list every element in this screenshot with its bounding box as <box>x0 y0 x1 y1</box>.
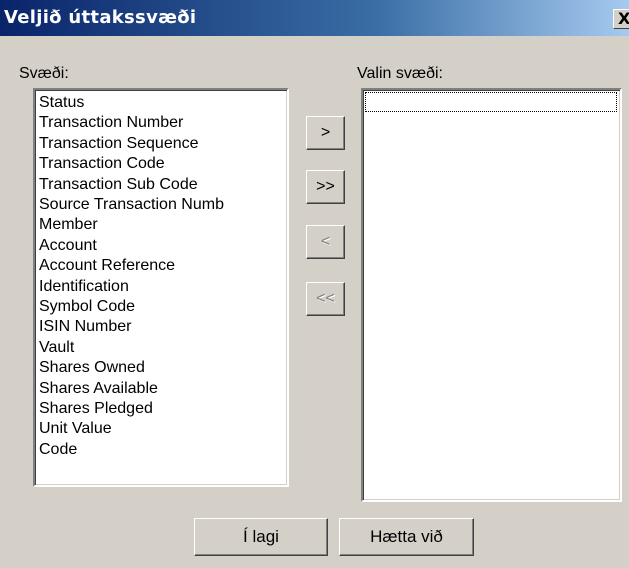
remove-one-button[interactable]: < <box>306 225 345 259</box>
list-item[interactable]: ISIN Number <box>39 317 131 337</box>
list-item[interactable]: Shares Available <box>39 379 158 399</box>
list-item[interactable]: Shares Pledged <box>39 399 153 419</box>
list-item[interactable]: Account <box>39 236 97 256</box>
list-item[interactable]: Unit Value <box>39 419 112 439</box>
available-fields-list[interactable]: Status Transaction Number Transaction Sequ… <box>33 88 289 487</box>
list-item[interactable]: Transaction Number <box>39 113 183 133</box>
list-item[interactable]: Transaction Code <box>39 154 165 174</box>
close-button[interactable]: X <box>613 9 629 29</box>
window-title: Veljið úttakssvæði <box>4 7 197 28</box>
list-item[interactable]: Member <box>39 215 98 235</box>
remove-all-button[interactable]: << <box>306 282 345 316</box>
list-item[interactable]: Symbol Code <box>39 297 135 317</box>
close-icon: X <box>618 9 629 28</box>
list-item[interactable]: Account Reference <box>39 256 175 276</box>
selected-fields-list[interactable] <box>361 88 622 502</box>
title-bar: Veljið úttakssvæði X <box>0 0 629 36</box>
list-item[interactable]: Vault <box>39 338 74 358</box>
list-item[interactable]: Source Transaction Numb <box>39 195 224 215</box>
add-one-button[interactable]: > <box>306 116 345 150</box>
focus-rectangle <box>365 92 617 112</box>
ok-button[interactable]: Í lagi <box>194 518 328 556</box>
selected-fields-label: Valin svæði: <box>357 65 443 82</box>
list-item[interactable]: Code <box>39 440 77 460</box>
list-item[interactable]: Transaction Sequence <box>39 134 199 154</box>
list-item[interactable]: Identification <box>39 277 129 297</box>
list-item[interactable]: Status <box>39 93 84 113</box>
list-item[interactable]: Transaction Sub Code <box>39 175 198 195</box>
available-fields-label: Svæði: <box>19 65 69 82</box>
cancel-button[interactable]: Hætta við <box>339 518 474 556</box>
add-all-button[interactable]: >> <box>306 170 345 204</box>
list-item[interactable]: Shares Owned <box>39 358 145 378</box>
